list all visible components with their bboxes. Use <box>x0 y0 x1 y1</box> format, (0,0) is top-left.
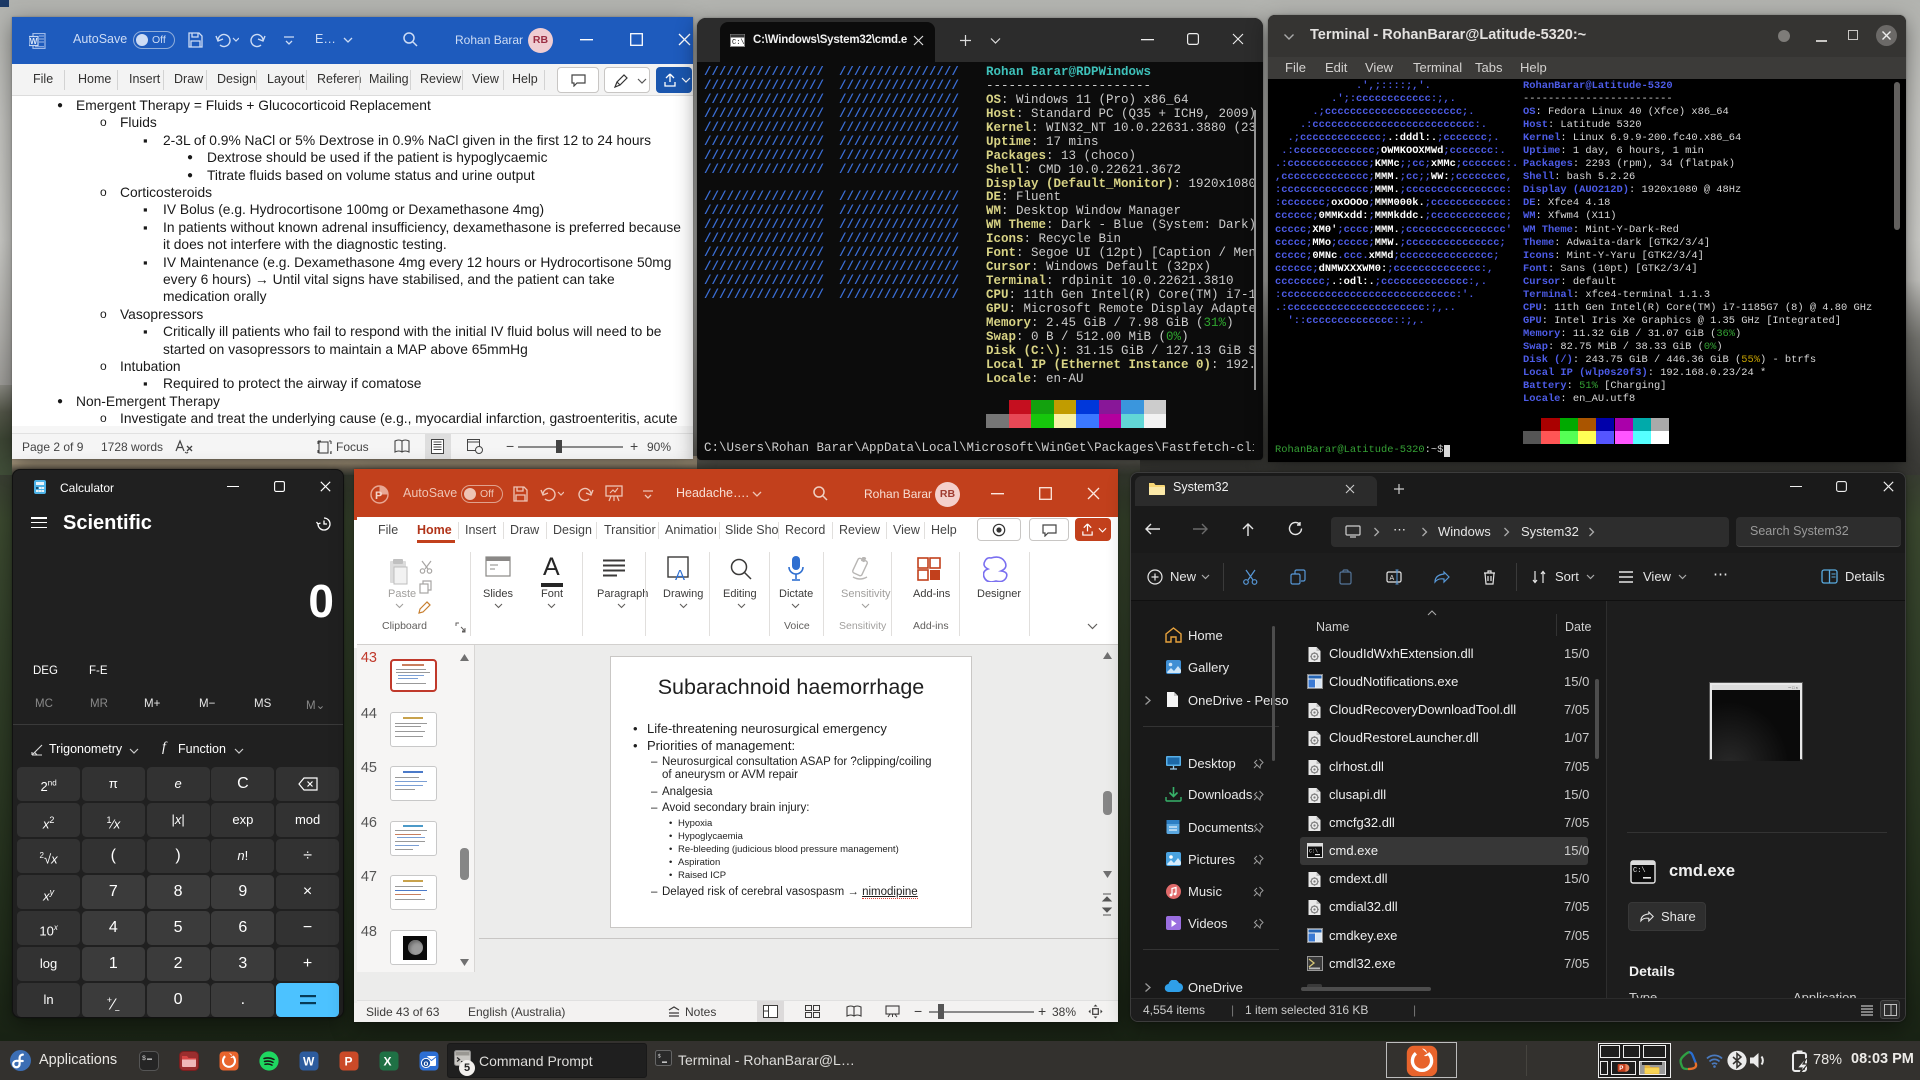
svg-text:A: A <box>1390 575 1395 582</box>
svg-text:P: P <box>1619 1065 1623 1072</box>
svg-text:$: $ <box>142 1055 146 1062</box>
svg-text:P: P <box>345 1055 353 1069</box>
svg-text:P: P <box>375 490 382 502</box>
svg-text:W: W <box>30 37 38 46</box>
svg-text:C:\: C:\ <box>1633 867 1646 875</box>
svg-text:o: o <box>424 1059 429 1068</box>
svg-text:A: A <box>675 567 685 582</box>
svg-text:X: X <box>384 1055 392 1069</box>
svg-text:W: W <box>303 1055 315 1069</box>
svg-text:C:\: C:\ <box>1309 849 1318 855</box>
svg-text:C:\: C:\ <box>732 39 745 47</box>
